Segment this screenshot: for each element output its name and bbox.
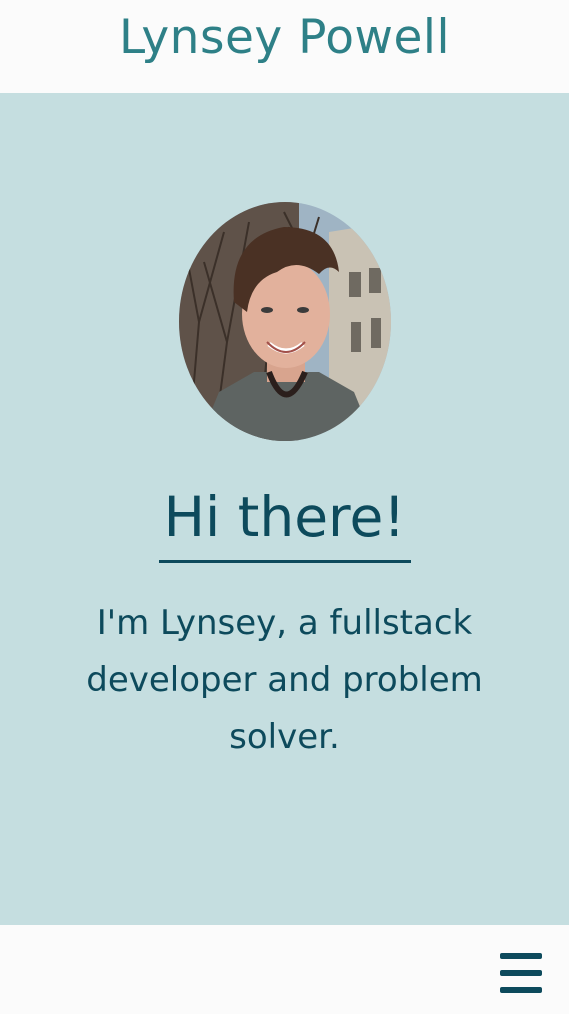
greeting-heading: Hi there! [163,485,406,549]
intro-text: I'm Lynsey, a fullstack developer and pr… [86,603,483,757]
greeting-underline [159,560,411,563]
site-title[interactable]: Lynsey Powell [119,10,450,65]
top-bar: Lynsey Powell [0,0,569,93]
menu-line-middle [500,970,542,976]
page: Lynsey Powell Hi there! I'm Lynsey, a fu… [0,0,569,1014]
profile-photo-illustration [179,202,391,441]
bottom-bar [0,925,569,1014]
menu-line-bottom [500,987,542,993]
hamburger-menu-icon[interactable] [500,953,542,993]
hero-section: Hi there! I'm Lynsey, a fullstack develo… [0,93,569,925]
menu-line-top [500,953,542,959]
profile-photo [179,202,391,441]
